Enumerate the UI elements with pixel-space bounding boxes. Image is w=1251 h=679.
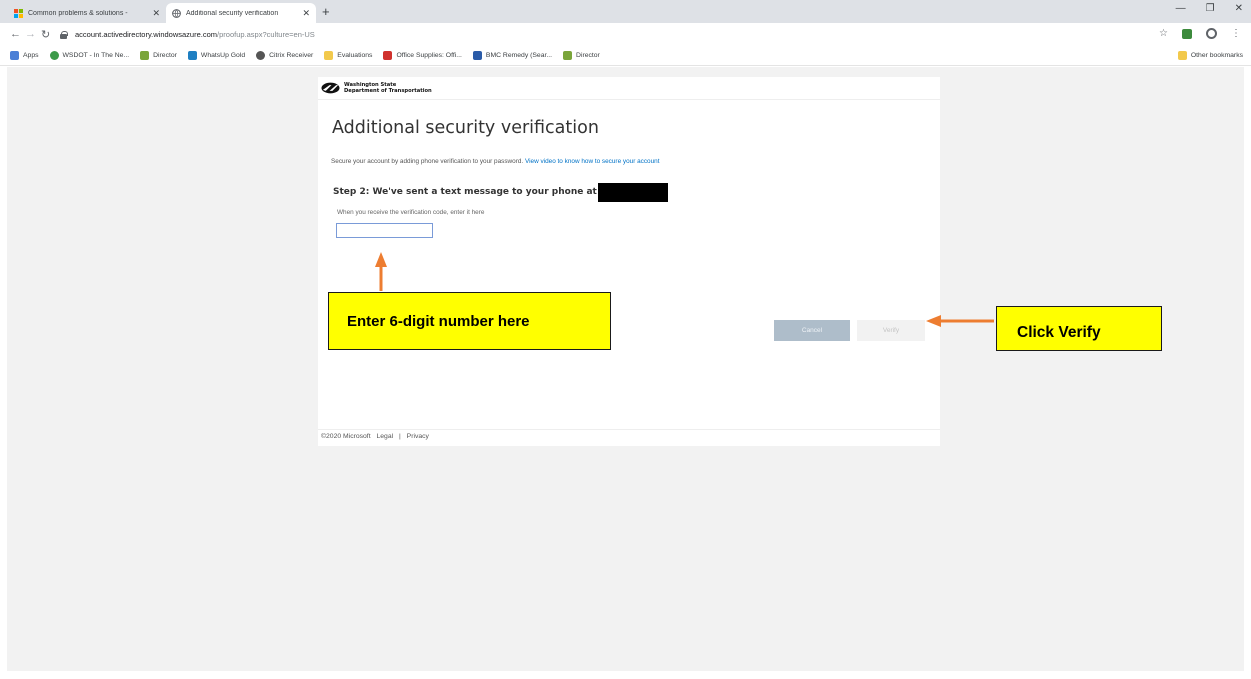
callout-enter-code: Enter 6-digit number here — [328, 292, 611, 350]
arrow-left-to-verify — [926, 315, 994, 327]
callout-click-verify: Click Verify — [996, 306, 1162, 351]
arrow-up-to-input — [375, 252, 387, 291]
